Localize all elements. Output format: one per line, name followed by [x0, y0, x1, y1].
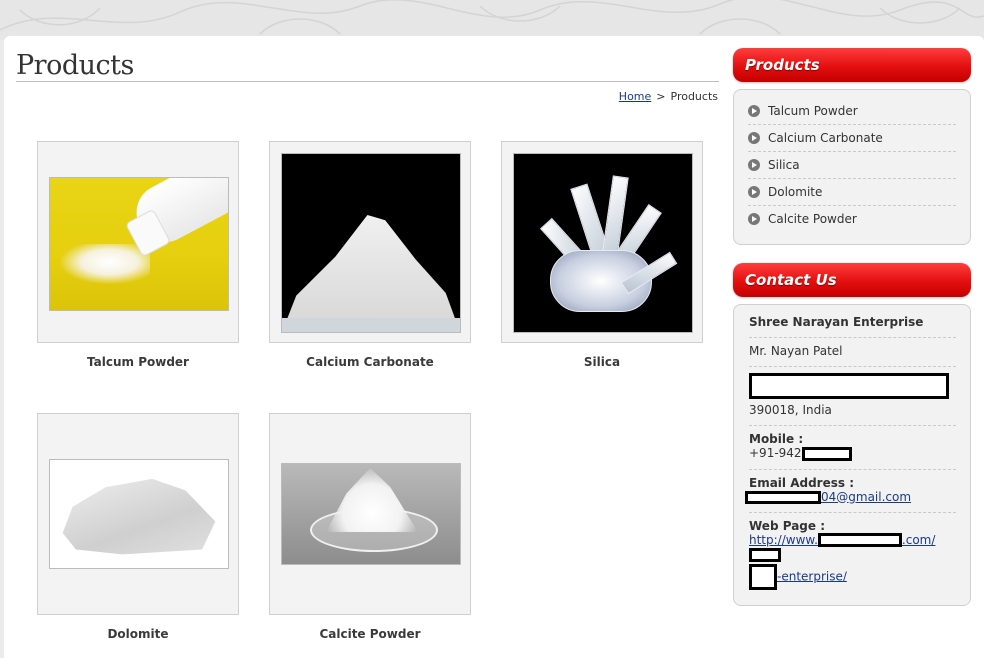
address-tail: 390018, India	[749, 403, 832, 417]
redacted-web	[817, 533, 902, 547]
contact-heading-text: Contact Us	[745, 271, 837, 289]
product-name[interactable]: Dolomite	[37, 627, 239, 641]
arrow-right-icon	[748, 186, 760, 198]
redacted-email	[745, 490, 821, 504]
sidebar-item-calcium-carbonate[interactable]: Calcium Carbonate	[748, 125, 956, 152]
product-image-frame[interactable]	[269, 413, 471, 615]
sidebar-item-label[interactable]: Silica	[768, 158, 800, 172]
product-name[interactable]: Calcium Carbonate	[269, 355, 471, 369]
breadcrumb-current: Products	[670, 90, 719, 103]
products-sidebar-list: Talcum Powder Calcium Carbonate Silica D…	[733, 89, 971, 245]
web-link-prefix[interactable]: http://www.	[749, 533, 818, 547]
email-label: Email Address :	[749, 475, 854, 490]
email-block: Email Address : 04@gmail.com	[745, 470, 956, 513]
email-link[interactable]: 04@gmail.com	[821, 490, 911, 504]
company-name: Shree Narayan Enterprise	[749, 309, 956, 338]
product-name[interactable]: Calcite Powder	[269, 627, 471, 641]
product-image-frame[interactable]	[37, 413, 239, 615]
product-image-frame[interactable]	[269, 141, 471, 343]
arrow-right-icon	[748, 159, 760, 171]
sidebar-item-label[interactable]: Talcum Powder	[768, 104, 858, 118]
address-block: 390018, India	[749, 367, 956, 426]
product-name[interactable]: Talcum Powder	[37, 355, 239, 369]
silica-image[interactable]	[513, 153, 693, 333]
arrow-right-icon	[748, 213, 760, 225]
redacted-address	[749, 373, 949, 399]
page-title: Products	[16, 50, 134, 81]
sidebar-item-label[interactable]: Dolomite	[768, 185, 822, 199]
products-heading-text: Products	[745, 56, 820, 74]
dolomite-image[interactable]	[49, 459, 229, 569]
redacted-web-3	[749, 563, 777, 590]
title-divider	[16, 81, 719, 82]
breadcrumb-home-link[interactable]: Home	[619, 90, 651, 103]
web-link-mid[interactable]: .com/	[902, 533, 936, 547]
arrow-right-icon	[748, 132, 760, 144]
calcite-powder-image[interactable]	[281, 463, 461, 565]
product-card-calcite-powder[interactable]: Calcite Powder	[269, 413, 471, 641]
product-card-calcium-carbonate[interactable]: Calcium Carbonate	[269, 141, 471, 369]
mobile-number: +91-942	[749, 446, 802, 460]
product-card-talcum-powder[interactable]: Talcum Powder	[37, 141, 239, 369]
redacted-web-2	[749, 547, 781, 562]
background-pattern	[0, 0, 984, 40]
web-label: Web Page :	[749, 518, 825, 533]
breadcrumb-separator: >	[656, 90, 666, 103]
product-image-frame[interactable]	[37, 141, 239, 343]
sidebar-item-calcite-powder[interactable]: Calcite Powder	[748, 206, 956, 232]
calcium-carbonate-image[interactable]	[281, 153, 461, 333]
product-card-dolomite[interactable]: Dolomite	[37, 413, 239, 641]
mobile-label: Mobile :	[749, 432, 804, 446]
product-card-silica[interactable]: Silica	[501, 141, 703, 369]
web-block: Web Page : http://www. .com/ -enterprise/	[749, 513, 956, 598]
sidebar-item-dolomite[interactable]: Dolomite	[748, 179, 956, 206]
sidebar-item-label[interactable]: Calcium Carbonate	[768, 131, 883, 145]
breadcrumb: Home > Products	[619, 90, 718, 103]
product-name[interactable]: Silica	[501, 355, 703, 369]
contact-sidebar-heading: Contact Us	[733, 263, 971, 297]
product-image-frame[interactable]	[501, 141, 703, 343]
redacted-mobile	[801, 446, 852, 461]
talcum-powder-image[interactable]	[49, 177, 229, 311]
web-link-suffix[interactable]: -enterprise/	[777, 569, 847, 583]
mobile-block: Mobile : +91-942	[749, 426, 956, 470]
contact-person: Mr. Nayan Patel	[749, 338, 956, 367]
sidebar-item-talcum-powder[interactable]: Talcum Powder	[748, 98, 956, 125]
contact-box: Shree Narayan Enterprise Mr. Nayan Patel…	[733, 304, 971, 606]
products-sidebar-heading: Products	[733, 48, 971, 82]
sidebar-item-silica[interactable]: Silica	[748, 152, 956, 179]
arrow-right-icon	[748, 105, 760, 117]
sidebar-item-label[interactable]: Calcite Powder	[768, 212, 857, 226]
